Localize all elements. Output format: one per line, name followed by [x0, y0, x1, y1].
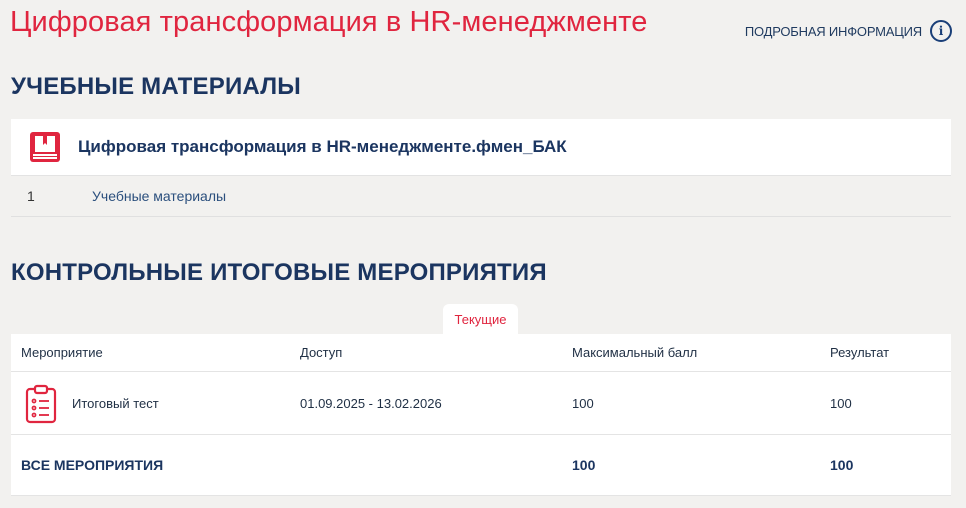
total-max-score: 100 — [572, 457, 596, 473]
event-result: 100 — [830, 395, 852, 411]
table-total-row: ВСЕ МЕРОПРИЯТИЯ 100 100 — [11, 435, 951, 496]
materials-list-item[interactable]: 1 Учебные материалы — [11, 176, 951, 217]
course-name: Цифровая трансформация в HR-менеджменте.… — [78, 137, 567, 156]
info-icon[interactable]: i — [930, 20, 952, 42]
more-info-label: ПОДРОБНАЯ ИНФОРМАЦИЯ — [744, 23, 922, 39]
events-section-title: КОНТРОЛЬНЫЕ ИТОГОВЫЕ МЕРОПРИЯТИЯ — [11, 259, 547, 286]
column-header-event: Мероприятие — [21, 345, 103, 360]
tab-current[interactable]: Текущие — [443, 304, 518, 334]
materials-section-title: УЧЕБНЫЕ МАТЕРИАЛЫ — [11, 73, 301, 100]
page-title: Цифровая трансформация в HR-менеджменте — [10, 6, 648, 38]
book-icon — [28, 130, 62, 164]
materials-item-link[interactable]: Учебные материалы — [92, 188, 226, 204]
total-result: 100 — [830, 457, 854, 473]
materials-item-number: 1 — [27, 188, 35, 204]
table-row[interactable]: Итоговый тест 01.09.2025 - 13.02.2026 10… — [11, 372, 951, 435]
more-info-link[interactable]: ПОДРОБНАЯ ИНФОРМАЦИЯ i — [745, 20, 952, 42]
event-access: 01.09.2025 - 13.02.2026 — [300, 395, 442, 411]
clipboard-list-icon — [25, 384, 57, 424]
column-header-result: Результат — [830, 345, 890, 360]
table-header-row: Мероприятие Доступ Максимальный балл Рез… — [11, 334, 951, 372]
course-card[interactable]: Цифровая трансформация в HR-менеджменте.… — [11, 119, 951, 176]
total-label: ВСЕ МЕРОПРИЯТИЯ — [21, 457, 164, 473]
event-name[interactable]: Итоговый тест — [72, 396, 159, 411]
column-header-access: Доступ — [300, 345, 343, 360]
column-header-max-score: Максимальный балл — [572, 345, 698, 360]
events-table: Мероприятие Доступ Максимальный балл Рез… — [11, 334, 951, 496]
event-max-score: 100 — [572, 395, 594, 411]
